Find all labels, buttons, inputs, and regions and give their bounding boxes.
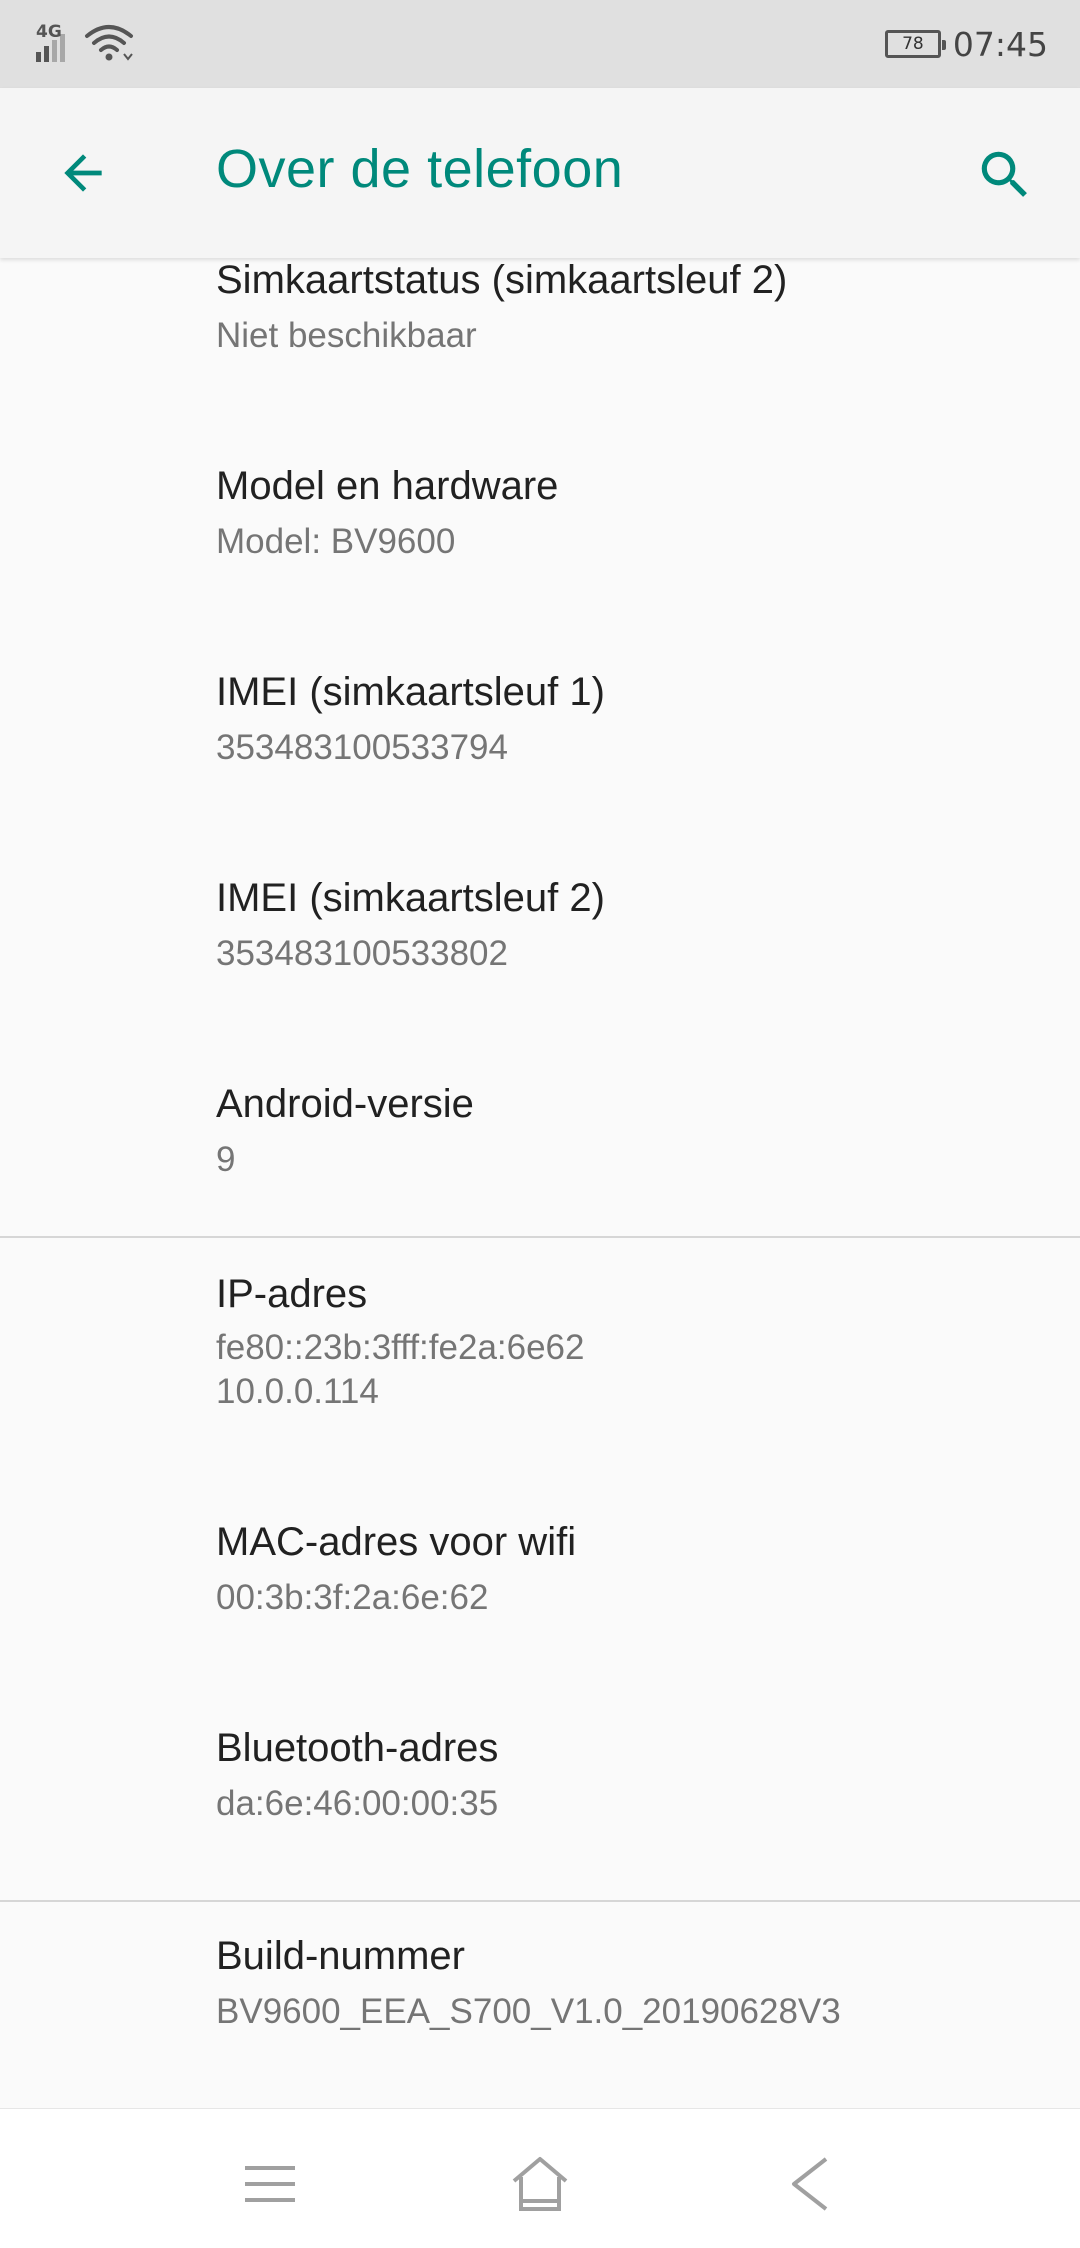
item-title: Build-nummer <box>216 1934 465 1978</box>
status-clock: 07:45 <box>952 24 1048 64</box>
back-icon <box>792 2157 828 2211</box>
home-icon <box>512 2157 568 2211</box>
item-title: IP-adres <box>216 1272 368 1316</box>
item-summary: BV9600_EEA_S700_V1.0_20190628V3 <box>216 1992 841 2031</box>
item-title: IMEI (simkaartsleuf 2) <box>216 876 605 920</box>
menu-icon <box>245 2166 295 2202</box>
item-summary: 9 <box>216 1140 236 1179</box>
item-title: Simkaartstatus (simkaartsleuf 2) <box>216 258 788 302</box>
list-item-model-hardware[interactable]: Model en hardware Model: BV9600 <box>0 428 1080 634</box>
navigation-bar <box>0 2108 1080 2248</box>
network-type: 4G <box>36 22 62 42</box>
page-title: Over de telefoon <box>216 139 624 199</box>
item-summary: 353483100533802 <box>216 934 508 973</box>
item-title: Model en hardware <box>216 464 559 508</box>
screen: 4G 78 07:45 Over de telefoon Simkaartsta… <box>0 0 1080 2248</box>
cell-signal-icon: 4G <box>34 22 78 66</box>
item-title: IMEI (simkaartsleuf 1) <box>216 670 605 714</box>
status-right: 78 07:45 <box>884 18 1048 70</box>
arrow-back-icon <box>64 154 102 192</box>
home-button[interactable] <box>505 2149 575 2219</box>
list-item-imei-slot-2[interactable]: IMEI (simkaartsleuf 2) 353483100533802 <box>0 840 1080 1046</box>
item-summary: Model: BV9600 <box>216 522 456 561</box>
battery-level: 78 <box>902 34 924 54</box>
list-item-imei-slot-1[interactable]: IMEI (simkaartsleuf 1) 353483100533794 <box>0 634 1080 840</box>
app-bar: Over de telefoon <box>0 88 1080 258</box>
system-back-button[interactable] <box>775 2149 845 2219</box>
item-title: MAC-adres voor wifi <box>216 1520 577 1564</box>
item-summary: 00:3b:3f:2a:6e:62 <box>216 1578 489 1617</box>
status-left: 4G <box>34 20 134 68</box>
item-title: Bluetooth-adres <box>216 1726 499 1770</box>
list-item-build-number[interactable]: Build-nummer BV9600_EEA_S700_V1.0_201906… <box>0 1902 1080 2108</box>
item-summary: 353483100533794 <box>216 728 508 767</box>
list-item-wifi-mac[interactable]: MAC-adres voor wifi 00:3b:3f:2a:6e:62 <box>0 1484 1080 1690</box>
item-summary: Niet beschikbaar <box>216 316 477 355</box>
item-summary: fe80::23b:3fff:fe2a:6e62 10.0.0.114 <box>216 1328 585 1411</box>
back-button[interactable] <box>50 140 116 206</box>
item-title: Android-versie <box>216 1082 474 1126</box>
menu-button[interactable] <box>235 2149 305 2219</box>
battery-icon: 78 <box>884 30 946 58</box>
item-summary: da:6e:46:00:00:35 <box>216 1784 499 1823</box>
list-item-bluetooth-address[interactable]: Bluetooth-adres da:6e:46:00:00:35 <box>0 1690 1080 1880</box>
list-item-ip-address[interactable]: IP-adres fe80::23b:3fff:fe2a:6e62 10.0.0… <box>0 1238 1080 1484</box>
list-item-android-version[interactable]: Android-versie 9 <box>0 1046 1080 1236</box>
search-icon <box>981 151 1027 197</box>
list-item-sim-status-slot-2[interactable]: Simkaartstatus (simkaartsleuf 2) Niet be… <box>0 258 1080 428</box>
wifi-icon <box>85 25 133 61</box>
status-bar: 4G 78 07:45 <box>0 0 1080 88</box>
search-button[interactable] <box>972 142 1038 208</box>
